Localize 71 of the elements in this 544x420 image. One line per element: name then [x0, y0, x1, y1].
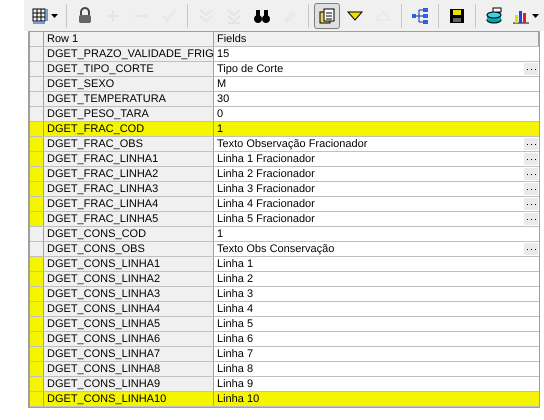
field-name: DGET_FRAC_LINHA3 [44, 182, 214, 196]
field-name: DGET_CONS_LINHA7 [44, 347, 214, 361]
tree-icon [411, 6, 429, 24]
value-text: Linha 4 [217, 302, 254, 316]
ellipsis-button[interactable] [524, 138, 538, 150]
value-text: Linha 1 [217, 258, 254, 270]
field-name: DGET_FRAC_LINHA1 [44, 152, 214, 166]
field-name: DGET_CONS_LINHA3 [44, 287, 214, 301]
field-name: DGET_CONS_LINHA9 [44, 377, 214, 391]
database-icon [485, 6, 503, 24]
value-text: Linha 4 Fracionador [217, 198, 315, 210]
field-name: DGET_PESO_TARA [44, 107, 214, 121]
value-text: Linha 3 Fracionador [217, 182, 315, 196]
value-text: 1 [217, 228, 224, 240]
field-value[interactable]: Texto Observação Fracionador [214, 137, 539, 151]
field-name: DGET_CONS_LINHA1 [44, 257, 214, 271]
field-value[interactable]: Tipo de Corte [214, 62, 539, 76]
toolbar-button[interactable] [314, 2, 340, 28]
value-text: Linha 2 [217, 272, 254, 286]
field-name: DGET_CONS_LINHA10 [44, 392, 214, 406]
value-text: 30 [217, 92, 230, 106]
value-text: Linha 7 [217, 348, 254, 360]
field-name: DGET_CONS_LINHA6 [44, 332, 214, 346]
value-text: Tipo de Corte [217, 62, 284, 76]
field-name: DGET_FRAC_LINHA4 [44, 197, 214, 211]
field-name: DGET_SEXO [44, 77, 214, 91]
field-value[interactable]: 1 [214, 122, 539, 136]
caret-icon [51, 14, 58, 18]
ellipsis-button[interactable] [524, 153, 538, 165]
field-name: DGET_PRAZO_VALIDADE_FRIG [44, 47, 214, 61]
value-text: Linha 2 Fracionador [217, 168, 315, 180]
ellipsis-button[interactable] [524, 213, 538, 225]
field-name: DGET_CONS_OBS [44, 242, 214, 256]
field-value[interactable]: Linha 10 [214, 392, 539, 406]
field-name: DGET_CONS_LINHA5 [44, 317, 214, 331]
ellipsis-button[interactable] [524, 168, 538, 180]
column-header[interactable]: Fields [214, 32, 539, 46]
field-name: DGET_FRAC_LINHA2 [44, 167, 214, 181]
field-name: DGET_TIPO_CORTE [44, 62, 214, 76]
ellipsis-button[interactable] [524, 183, 538, 195]
field-value[interactable]: Texto Obs Conservação [214, 242, 539, 256]
value-text: 1 [217, 122, 224, 136]
caret-icon [532, 14, 539, 18]
column-header[interactable]: Row 1 [44, 32, 214, 46]
value-text: 0 [217, 108, 224, 120]
value-text: Texto Observação Fracionador [217, 138, 368, 150]
field-name: DGET_FRAC_LINHA5 [44, 212, 214, 226]
value-text: Texto Obs Conservação [217, 242, 334, 256]
field-name: DGET_FRAC_OBS [44, 137, 214, 151]
value-text: Linha 8 [217, 362, 254, 376]
field-name: DGET_FRAC_COD [44, 122, 214, 136]
value-text: Linha 10 [217, 392, 260, 406]
value-text: Linha 9 [217, 378, 254, 390]
value-text: Linha 5 [217, 318, 254, 330]
value-text: Linha 6 [217, 332, 254, 346]
ellipsis-button[interactable] [524, 243, 538, 255]
value-text: 15 [217, 48, 230, 60]
value-text: Linha 5 Fracionador [217, 212, 315, 226]
ellipsis-button[interactable] [524, 63, 538, 75]
field-name: DGET_CONS_LINHA2 [44, 272, 214, 286]
value-text: M [217, 78, 226, 90]
field-name: DGET_CONS_LINHA4 [44, 302, 214, 316]
field-name: DGET_TEMPERATURA [44, 92, 214, 106]
field-name: DGET_CONS_COD [44, 227, 214, 241]
lock-icon [76, 6, 94, 24]
value-text: Linha 3 [217, 288, 254, 300]
notes-icon [318, 6, 336, 24]
value-text: Linha 1 Fracionador [217, 152, 315, 166]
ellipsis-button[interactable] [524, 198, 538, 210]
grid-icon [31, 6, 49, 24]
field-name: DGET_CONS_LINHA8 [44, 362, 214, 376]
